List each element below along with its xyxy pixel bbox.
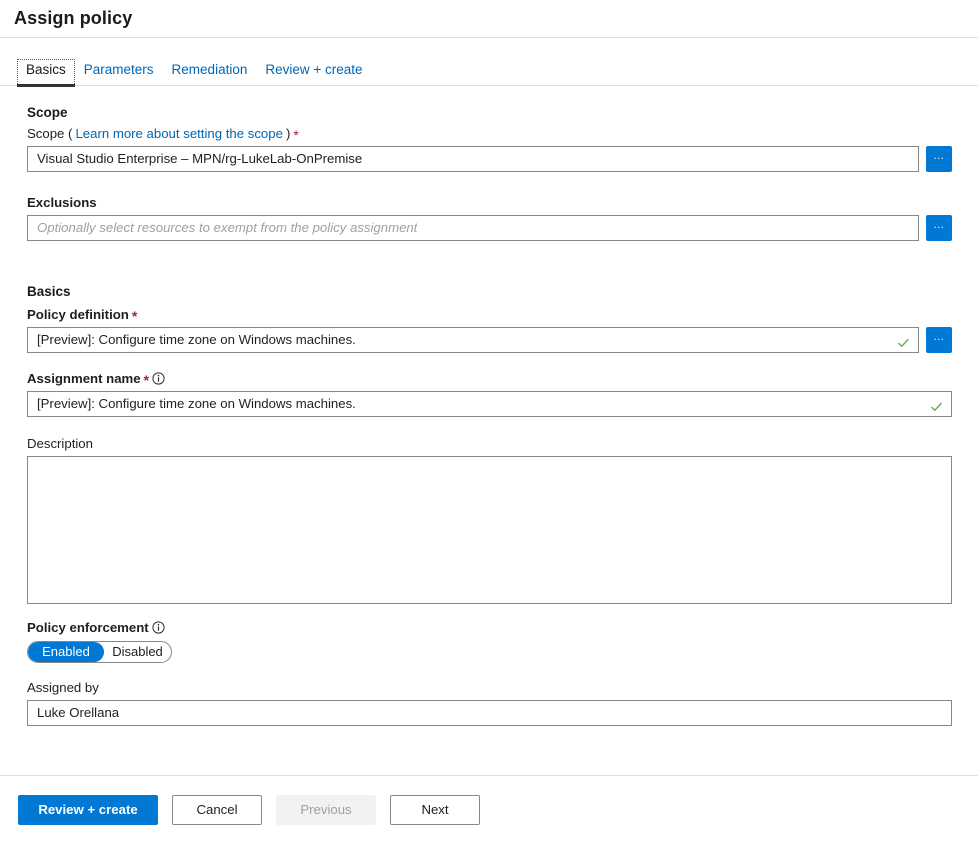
policy-enforcement-label: Policy enforcement — [27, 619, 149, 635]
policy-definition-label-row: Policy definition * — [27, 306, 978, 325]
tab-review-create[interactable]: Review + create — [256, 59, 371, 86]
assigned-by-input-row: Luke Orellana — [27, 699, 978, 726]
policy-enforcement-disabled-option[interactable]: Disabled — [104, 642, 171, 662]
cancel-button[interactable]: Cancel — [172, 794, 262, 825]
previous-button: Previous — [276, 794, 376, 825]
tab-remediation[interactable]: Remediation — [163, 59, 257, 86]
policy-enforcement-toggle[interactable]: Enabled Disabled — [27, 640, 172, 663]
scope-required-asterisk: * — [293, 127, 299, 144]
exclusions-label: Exclusions — [27, 194, 97, 210]
policy-definition-required-asterisk: * — [131, 308, 138, 325]
exclusions-browse-button[interactable]: ... — [926, 214, 952, 241]
tab-list: Basics Parameters Remediation Review + c… — [0, 59, 978, 87]
scope-section-heading: Scope — [27, 104, 68, 120]
assigned-by-label: Assigned by — [27, 679, 99, 695]
policy-enforcement-enabled-option[interactable]: Enabled — [28, 641, 104, 662]
assignment-name-label-row: Assignment name * — [27, 370, 978, 389]
policy-enforcement-info-icon[interactable] — [152, 621, 165, 634]
next-button[interactable]: Next — [390, 794, 480, 825]
review-create-button[interactable]: Review + create — [18, 794, 158, 825]
policy-definition-browse-button[interactable]: ... — [926, 326, 952, 353]
assignment-name-value: [Preview]: Configure time zone on Window… — [37, 395, 356, 411]
description-label: Description — [27, 435, 93, 451]
policy-definition-input-row: [Preview]: Configure time zone on Window… — [27, 326, 978, 353]
tab-basics[interactable]: Basics — [17, 59, 75, 87]
page-header: Assign policy — [0, 0, 978, 37]
exclusions-input[interactable]: Optionally select resources to exempt fr… — [27, 214, 919, 241]
assignment-name-info-icon[interactable] — [152, 372, 165, 385]
assigned-by-input[interactable]: Luke Orellana — [27, 699, 952, 726]
scope-input-value: Visual Studio Enterprise – MPN/rg-LukeLa… — [37, 150, 363, 166]
action-bar: Review + create Cancel Previous Next — [0, 775, 978, 843]
assignment-name-label: Assignment name — [27, 370, 141, 386]
assignment-name-required-asterisk: * — [143, 372, 150, 389]
valid-check-icon — [897, 333, 910, 348]
basics-section-heading: Basics — [27, 283, 71, 299]
exclusions-placeholder: Optionally select resources to exempt fr… — [37, 219, 418, 235]
assignment-name-input-row: [Preview]: Configure time zone on Window… — [27, 390, 978, 417]
scope-label-prefix: Scope ( — [27, 125, 73, 141]
tab-bar: Basics Parameters Remediation Review + c… — [0, 38, 978, 87]
policy-definition-value: [Preview]: Configure time zone on Window… — [37, 331, 356, 347]
policy-enforcement-label-row: Policy enforcement — [27, 620, 978, 635]
assigned-by-value: Luke Orellana — [37, 704, 120, 720]
tab-parameters[interactable]: Parameters — [75, 59, 163, 86]
page-title: Assign policy — [14, 8, 133, 28]
scope-learn-more-link[interactable]: Learn more about setting the scope — [75, 126, 282, 141]
scope-label-suffix: ) — [285, 125, 291, 141]
valid-check-icon — [930, 397, 943, 412]
policy-definition-label: Policy definition — [27, 306, 129, 322]
form-body: Scope Scope (Learn more about setting th… — [0, 105, 978, 726]
policy-definition-input[interactable]: [Preview]: Configure time zone on Window… — [27, 326, 919, 353]
exclusions-input-row: Optionally select resources to exempt fr… — [27, 214, 978, 241]
scope-input-row: Visual Studio Enterprise – MPN/rg-LukeLa… — [27, 145, 978, 172]
scope-browse-button[interactable]: ... — [926, 145, 952, 172]
scope-input[interactable]: Visual Studio Enterprise – MPN/rg-LukeLa… — [27, 145, 919, 172]
scope-field-label: Scope (Learn more about setting the scop… — [27, 125, 978, 144]
description-textarea[interactable] — [27, 455, 952, 604]
assignment-name-input[interactable]: [Preview]: Configure time zone on Window… — [27, 390, 952, 417]
